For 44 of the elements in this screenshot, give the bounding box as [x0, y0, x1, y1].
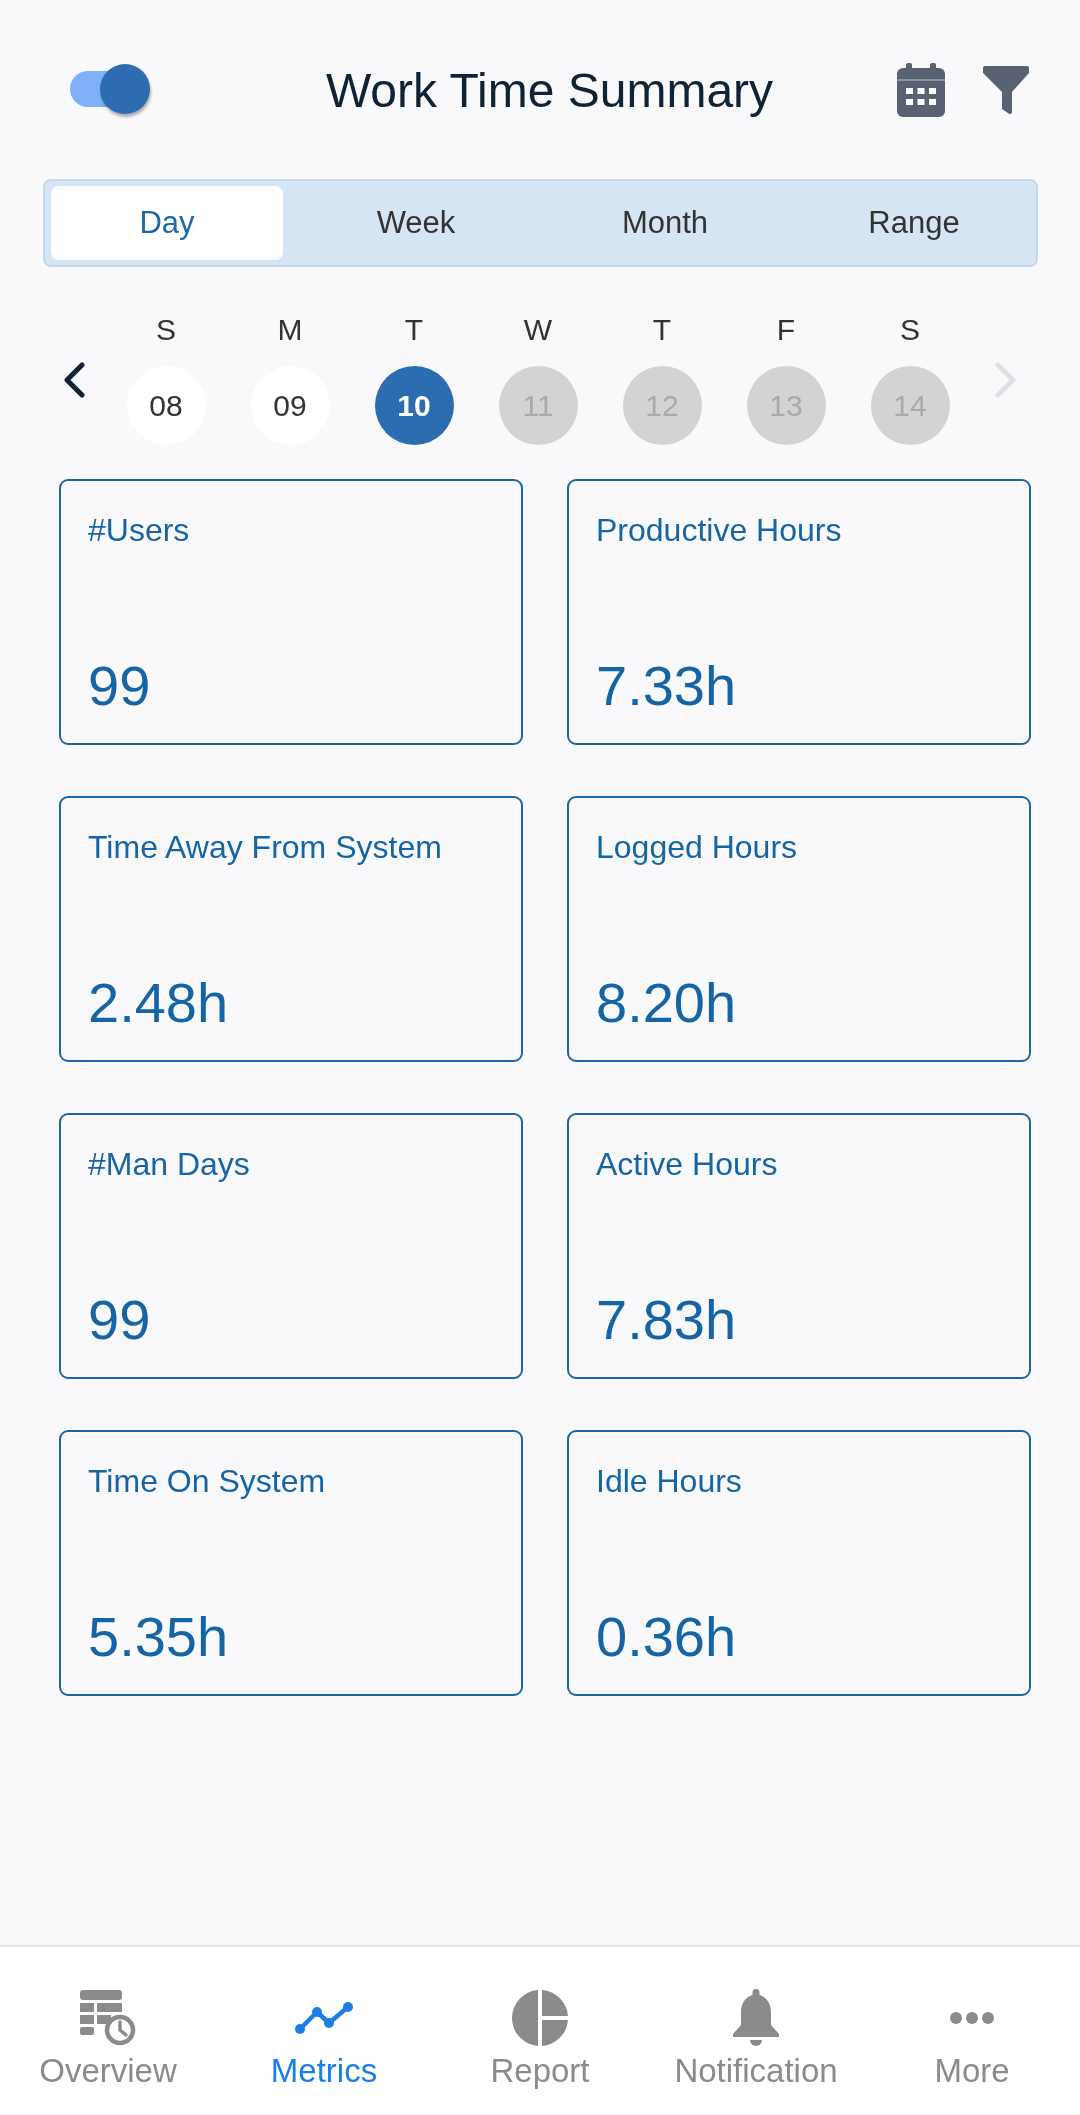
metric-value: 7.33h: [596, 653, 737, 719]
weekday-label: T: [404, 312, 424, 348]
weekday-label: S: [156, 312, 176, 348]
nav-tab[interactable]: Notification: [674, 1989, 838, 2091]
weekday-label: M: [277, 312, 303, 348]
metric-value: 8.20h: [596, 970, 737, 1036]
screen-title: Work Time Summary: [325, 62, 774, 118]
metric-label: Productive Hours: [596, 512, 842, 548]
weekday-label: W: [523, 312, 553, 348]
more-icon: [950, 2012, 994, 2024]
nav-tab[interactable]: Overview: [39, 1989, 177, 2091]
metric-value: 99: [88, 1287, 151, 1353]
metric-value: 7.83h: [596, 1287, 737, 1353]
period-tab[interactable]: Day: [51, 186, 283, 260]
metric-label: Logged Hours: [596, 829, 798, 865]
period-tab[interactable]: Week: [300, 186, 532, 260]
metric-label: Active Hours: [596, 1146, 778, 1182]
filter-icon[interactable]: [983, 66, 1029, 114]
nav-tab[interactable]: Metrics: [270, 1989, 378, 2091]
metric-label: Time On System: [88, 1463, 326, 1499]
line-chart-icon: [295, 2002, 353, 2034]
calendar-icon[interactable]: [897, 63, 945, 117]
pie-chart-icon: [512, 1990, 568, 2046]
metric-value: 99: [88, 653, 151, 719]
weekday-label: F: [776, 312, 796, 348]
metric-value: 0.36h: [596, 1604, 737, 1670]
metric-value: 5.35h: [88, 1604, 229, 1670]
metric-label: #Man Days: [88, 1146, 250, 1182]
metric-value: 2.48h: [88, 970, 229, 1036]
nav-tab[interactable]: Report: [490, 1989, 590, 2091]
weekday-label: T: [652, 312, 672, 348]
date-button[interactable]: 10: [374, 366, 454, 445]
metric-label: Idle Hours: [596, 1463, 742, 1499]
nav-tab[interactable]: More: [934, 1989, 1010, 2091]
date-button[interactable]: 09: [250, 366, 330, 445]
period-tab[interactable]: Range: [798, 186, 1030, 260]
chevron-left-icon[interactable]: [62, 362, 85, 398]
table-clock-icon: [80, 1990, 136, 2046]
date-button[interactable]: 08: [126, 366, 206, 445]
weekday-label: S: [900, 312, 920, 348]
bell-icon: [731, 1989, 781, 2047]
period-tab[interactable]: Month: [549, 186, 781, 260]
metric-label: Time Away From System: [88, 829, 442, 865]
metric-label: #Users: [88, 512, 190, 548]
